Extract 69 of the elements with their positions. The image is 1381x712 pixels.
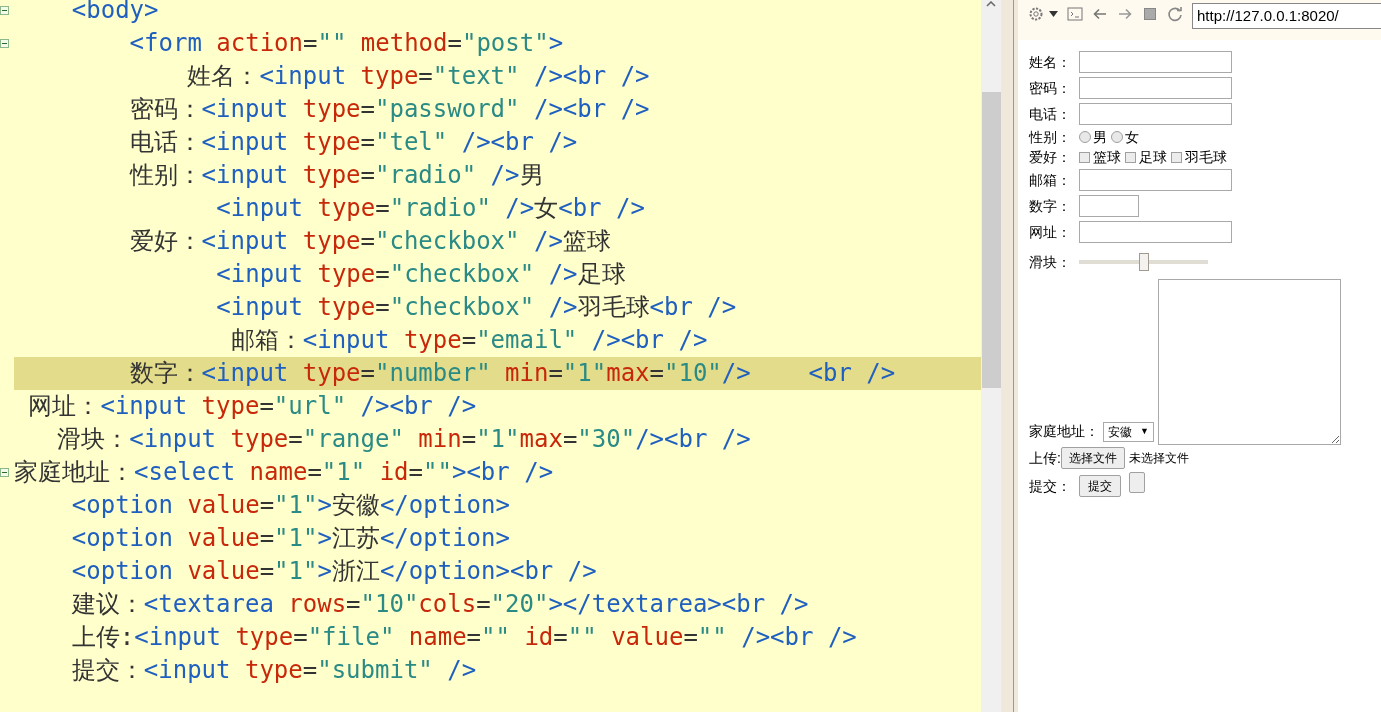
reload-icon[interactable] (1167, 6, 1183, 22)
code-line: <option value="1">江苏</option> (70, 523, 511, 554)
scrollbar[interactable] (981, 0, 1001, 712)
checkbox-label: 足球 (1139, 147, 1167, 167)
code-line: 上传:<input type="file" name="" id="" value="" /><br /> (70, 622, 858, 653)
text-field[interactable] (1079, 51, 1232, 73)
radio-label: 女 (1125, 127, 1139, 147)
fold-icon[interactable] (0, 468, 9, 477)
radio-button[interactable] (1079, 131, 1091, 143)
checkbox[interactable] (1125, 151, 1136, 163)
code-line: <input type="checkbox" />足球 (215, 259, 627, 290)
choose-file-button[interactable]: 选择文件 (1060, 447, 1125, 469)
radio-button[interactable] (1111, 131, 1123, 143)
field-label: 电话： (1029, 104, 1072, 124)
scroll-up-icon[interactable] (986, 1, 996, 7)
forward-arrow-icon[interactable] (1117, 6, 1133, 22)
code-line: 邮箱：<input type="email" /><br /> (229, 325, 709, 356)
caret-icon[interactable] (1049, 11, 1058, 17)
field-label: 提交： (1029, 476, 1072, 496)
submit-button[interactable]: 提交 (1079, 475, 1121, 497)
code-line: <input type="radio" />女<br /> (215, 193, 646, 224)
code-line: 提交：<input type="submit" /> (70, 655, 478, 686)
field-label: 家庭地址： (1029, 422, 1099, 441)
settings-icon[interactable] (1028, 6, 1044, 22)
slider[interactable] (1079, 253, 1208, 271)
terminal-icon[interactable] (1067, 6, 1083, 22)
field-label: 网址： (1029, 222, 1072, 242)
panel-splitter[interactable] (1001, 0, 1014, 712)
field-label: 爱好： (1029, 147, 1072, 167)
code-line: 建议：<textarea rows="10"cols="20"></textarea><br /> (70, 589, 810, 620)
code-line: 性别：<input type="radio" />男 (128, 160, 545, 191)
field-label: 性别： (1029, 127, 1072, 147)
empty-button[interactable] (1129, 471, 1145, 493)
field-label: 邮箱： (1029, 170, 1072, 190)
checkbox-label: 羽毛球 (1185, 147, 1227, 167)
file-status: 未选择文件 (1128, 450, 1189, 467)
field-label: 数字： (1029, 196, 1072, 216)
code-line: <input type="checkbox" />羽毛球<br /> (215, 292, 738, 323)
code-line: 滑块：<input type="range" min="1"max="30"/><br /> (56, 424, 752, 455)
checkbox[interactable] (1171, 151, 1182, 163)
fold-icon[interactable] (0, 6, 9, 15)
checkbox-label: 篮球 (1093, 147, 1121, 167)
text-area[interactable] (1157, 279, 1341, 445)
checkbox[interactable] (1079, 151, 1090, 163)
field-label: 密码： (1029, 78, 1072, 98)
stop-icon[interactable] (1142, 6, 1158, 22)
code-line: <body> (70, 0, 160, 26)
text-field[interactable] (1079, 103, 1232, 125)
url-field[interactable]: http://127.0.0.1:8020/ (1192, 3, 1381, 29)
code-line: 密码：<input type="password" /><br /> (128, 94, 651, 125)
code-line: <form action="" method="post"> (128, 28, 565, 59)
code-line: <option value="1">安徽</option> (70, 490, 511, 521)
code-line: 姓名：<input type="text" /><br /> (186, 61, 651, 92)
select-dropdown[interactable]: 安徽 ▼ (1103, 422, 1154, 442)
code-line: <option value="1">浙江</option><br /> (70, 556, 598, 587)
code-line: 电话：<input type="tel" /><br /> (128, 127, 579, 158)
code-line: 爱好：<input type="checkbox" />篮球 (128, 226, 612, 257)
fold-icon[interactable] (0, 39, 9, 48)
text-field[interactable] (1079, 221, 1232, 243)
text-field[interactable] (1079, 77, 1232, 99)
code-line: 网址：<input type="url" /><br /> (27, 391, 478, 422)
code-line: 家庭地址：<select name="1" id=""><br /> (14, 457, 555, 488)
text-field[interactable] (1079, 169, 1232, 191)
field-label: 上传: (1029, 448, 1061, 468)
field-label: 姓名： (1029, 52, 1072, 72)
number-field[interactable] (1079, 195, 1139, 217)
radio-label: 男 (1093, 127, 1107, 147)
back-arrow-icon[interactable] (1092, 6, 1108, 22)
field-label: 滑块： (1029, 252, 1072, 272)
